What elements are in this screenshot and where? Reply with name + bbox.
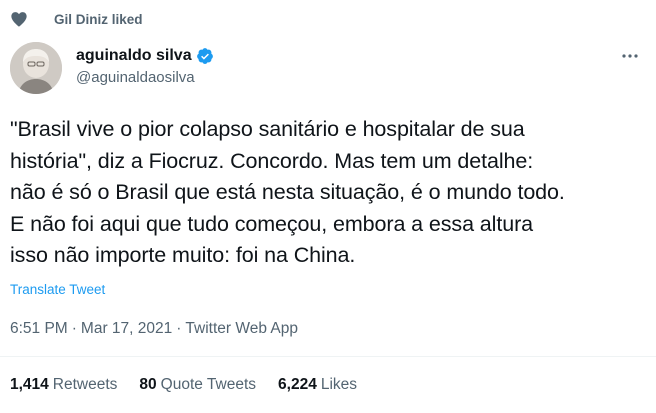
likes-label: Likes xyxy=(320,376,358,393)
avatar[interactable] xyxy=(10,42,62,94)
quote-tweets-count: 80 xyxy=(139,376,157,393)
display-name[interactable]: aguinaldo silva xyxy=(76,47,192,65)
engagement-stats: 1,414 Retweets 80 Quote Tweets 6,224 Lik… xyxy=(10,376,379,394)
tweet-text: "Brasil vive o pior colapso sanitário e … xyxy=(10,114,650,272)
more-dots-icon xyxy=(622,54,638,58)
likes-count: 6,224 xyxy=(278,376,317,393)
heart-icon xyxy=(10,10,28,28)
tweet-line: não é só o Brasil que está nesta situaçã… xyxy=(10,180,565,204)
quote-tweets-stat[interactable]: 80 Quote Tweets xyxy=(139,376,256,394)
verified-badge-icon xyxy=(196,47,214,65)
tweet-line: isso não importe muito: foi na China. xyxy=(10,243,356,267)
tweet-time[interactable]: 6:51 PM xyxy=(10,320,68,338)
tweet-date[interactable]: Mar 17, 2021 xyxy=(81,320,172,338)
likes-stat[interactable]: 6,224 Likes xyxy=(278,376,357,394)
social-context-label[interactable]: Gil Diniz liked xyxy=(54,12,143,27)
retweets-count: 1,414 xyxy=(10,376,49,393)
meta-separator: · xyxy=(176,320,182,337)
author-names: aguinaldo silva @aguinaldaosilva xyxy=(76,46,214,86)
translate-tweet-link[interactable]: Translate Tweet xyxy=(10,282,105,297)
author-row: aguinaldo silva @aguinaldaosilva xyxy=(10,42,646,94)
meta-separator: · xyxy=(71,320,77,337)
retweets-stat[interactable]: 1,414 Retweets xyxy=(10,376,117,394)
handle[interactable]: @aguinaldaosilva xyxy=(76,69,214,86)
quote-tweets-label: Quote Tweets xyxy=(160,376,257,393)
tweet-source[interactable]: Twitter Web App xyxy=(185,320,298,338)
tweet-detail: Gil Diniz liked aguinaldo silva @aguinal… xyxy=(0,0,656,413)
tweet-metadata: 6:51 PM · Mar 17, 2021 · Twitter Web App xyxy=(10,320,298,338)
tweet-line: "Brasil vive o pior colapso sanitário e … xyxy=(10,117,525,141)
tweet-line: E não foi aqui que tudo começou, embora … xyxy=(10,211,533,236)
more-options-button[interactable] xyxy=(618,46,642,66)
tweet-line: história", diz a Fiocruz. Concordo. Mas … xyxy=(10,148,534,173)
social-context: Gil Diniz liked xyxy=(10,8,143,30)
divider xyxy=(0,356,656,357)
retweets-label: Retweets xyxy=(52,376,118,393)
